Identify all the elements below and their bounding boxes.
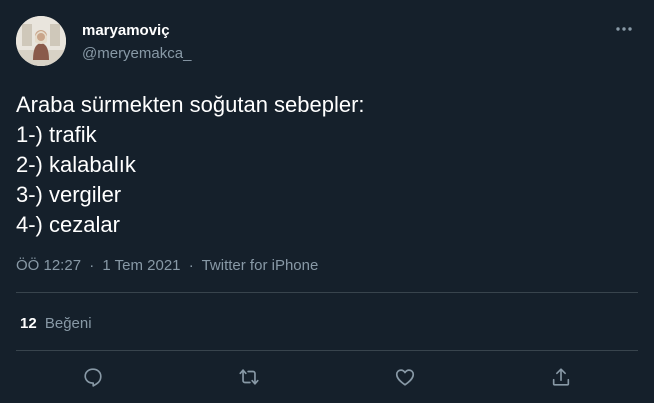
action-bar — [0, 362, 654, 392]
tweet-line: 1-) trafik — [16, 122, 97, 147]
tweet-line: 3-) vergiler — [16, 182, 122, 207]
retweet-icon — [239, 369, 259, 385]
meta-separator: · — [188, 257, 194, 274]
divider — [16, 350, 638, 351]
tweet-line: 2-) kalabalık — [16, 152, 136, 177]
user-handle[interactable]: @meryemakca_ — [82, 44, 191, 63]
display-name[interactable]: maryamoviç — [82, 21, 191, 40]
likes-label: Beğeni — [44, 315, 92, 332]
likes-count: 12 — [20, 315, 37, 332]
tweet-text: Araba sürmekten soğutan sebepler: 1-) tr… — [16, 90, 638, 240]
like-button[interactable] — [390, 362, 420, 392]
tweet-date[interactable]: 1 Tem 2021 — [102, 257, 180, 274]
author-info[interactable]: maryamoviç @meryemakca_ — [82, 21, 191, 63]
avatar-image — [16, 16, 66, 66]
reply-button[interactable] — [78, 362, 108, 392]
retweet-button[interactable] — [234, 362, 264, 392]
more-options-button[interactable] — [612, 17, 636, 41]
share-icon — [552, 368, 570, 386]
likes-stat[interactable]: 12 Beğeni — [20, 314, 92, 334]
meta-separator: · — [89, 257, 95, 274]
tweet-source[interactable]: Twitter for iPhone — [202, 257, 319, 274]
tweet-line: 4-) cezalar — [16, 212, 120, 237]
tweet-time[interactable]: ÖÖ 12:27 — [16, 257, 81, 274]
tweet-line: Araba sürmekten soğutan sebepler: — [16, 92, 365, 117]
avatar[interactable] — [16, 16, 66, 66]
divider — [16, 292, 638, 293]
tweet-meta: ÖÖ 12:27 · 1 Tem 2021 · Twitter for iPho… — [16, 256, 318, 276]
heart-icon — [395, 369, 415, 386]
share-button[interactable] — [546, 362, 576, 392]
more-horizontal-icon — [616, 27, 632, 31]
tweet-card: maryamoviç @meryemakca_ Araba sürmekten … — [0, 0, 654, 403]
reply-icon — [84, 368, 102, 387]
